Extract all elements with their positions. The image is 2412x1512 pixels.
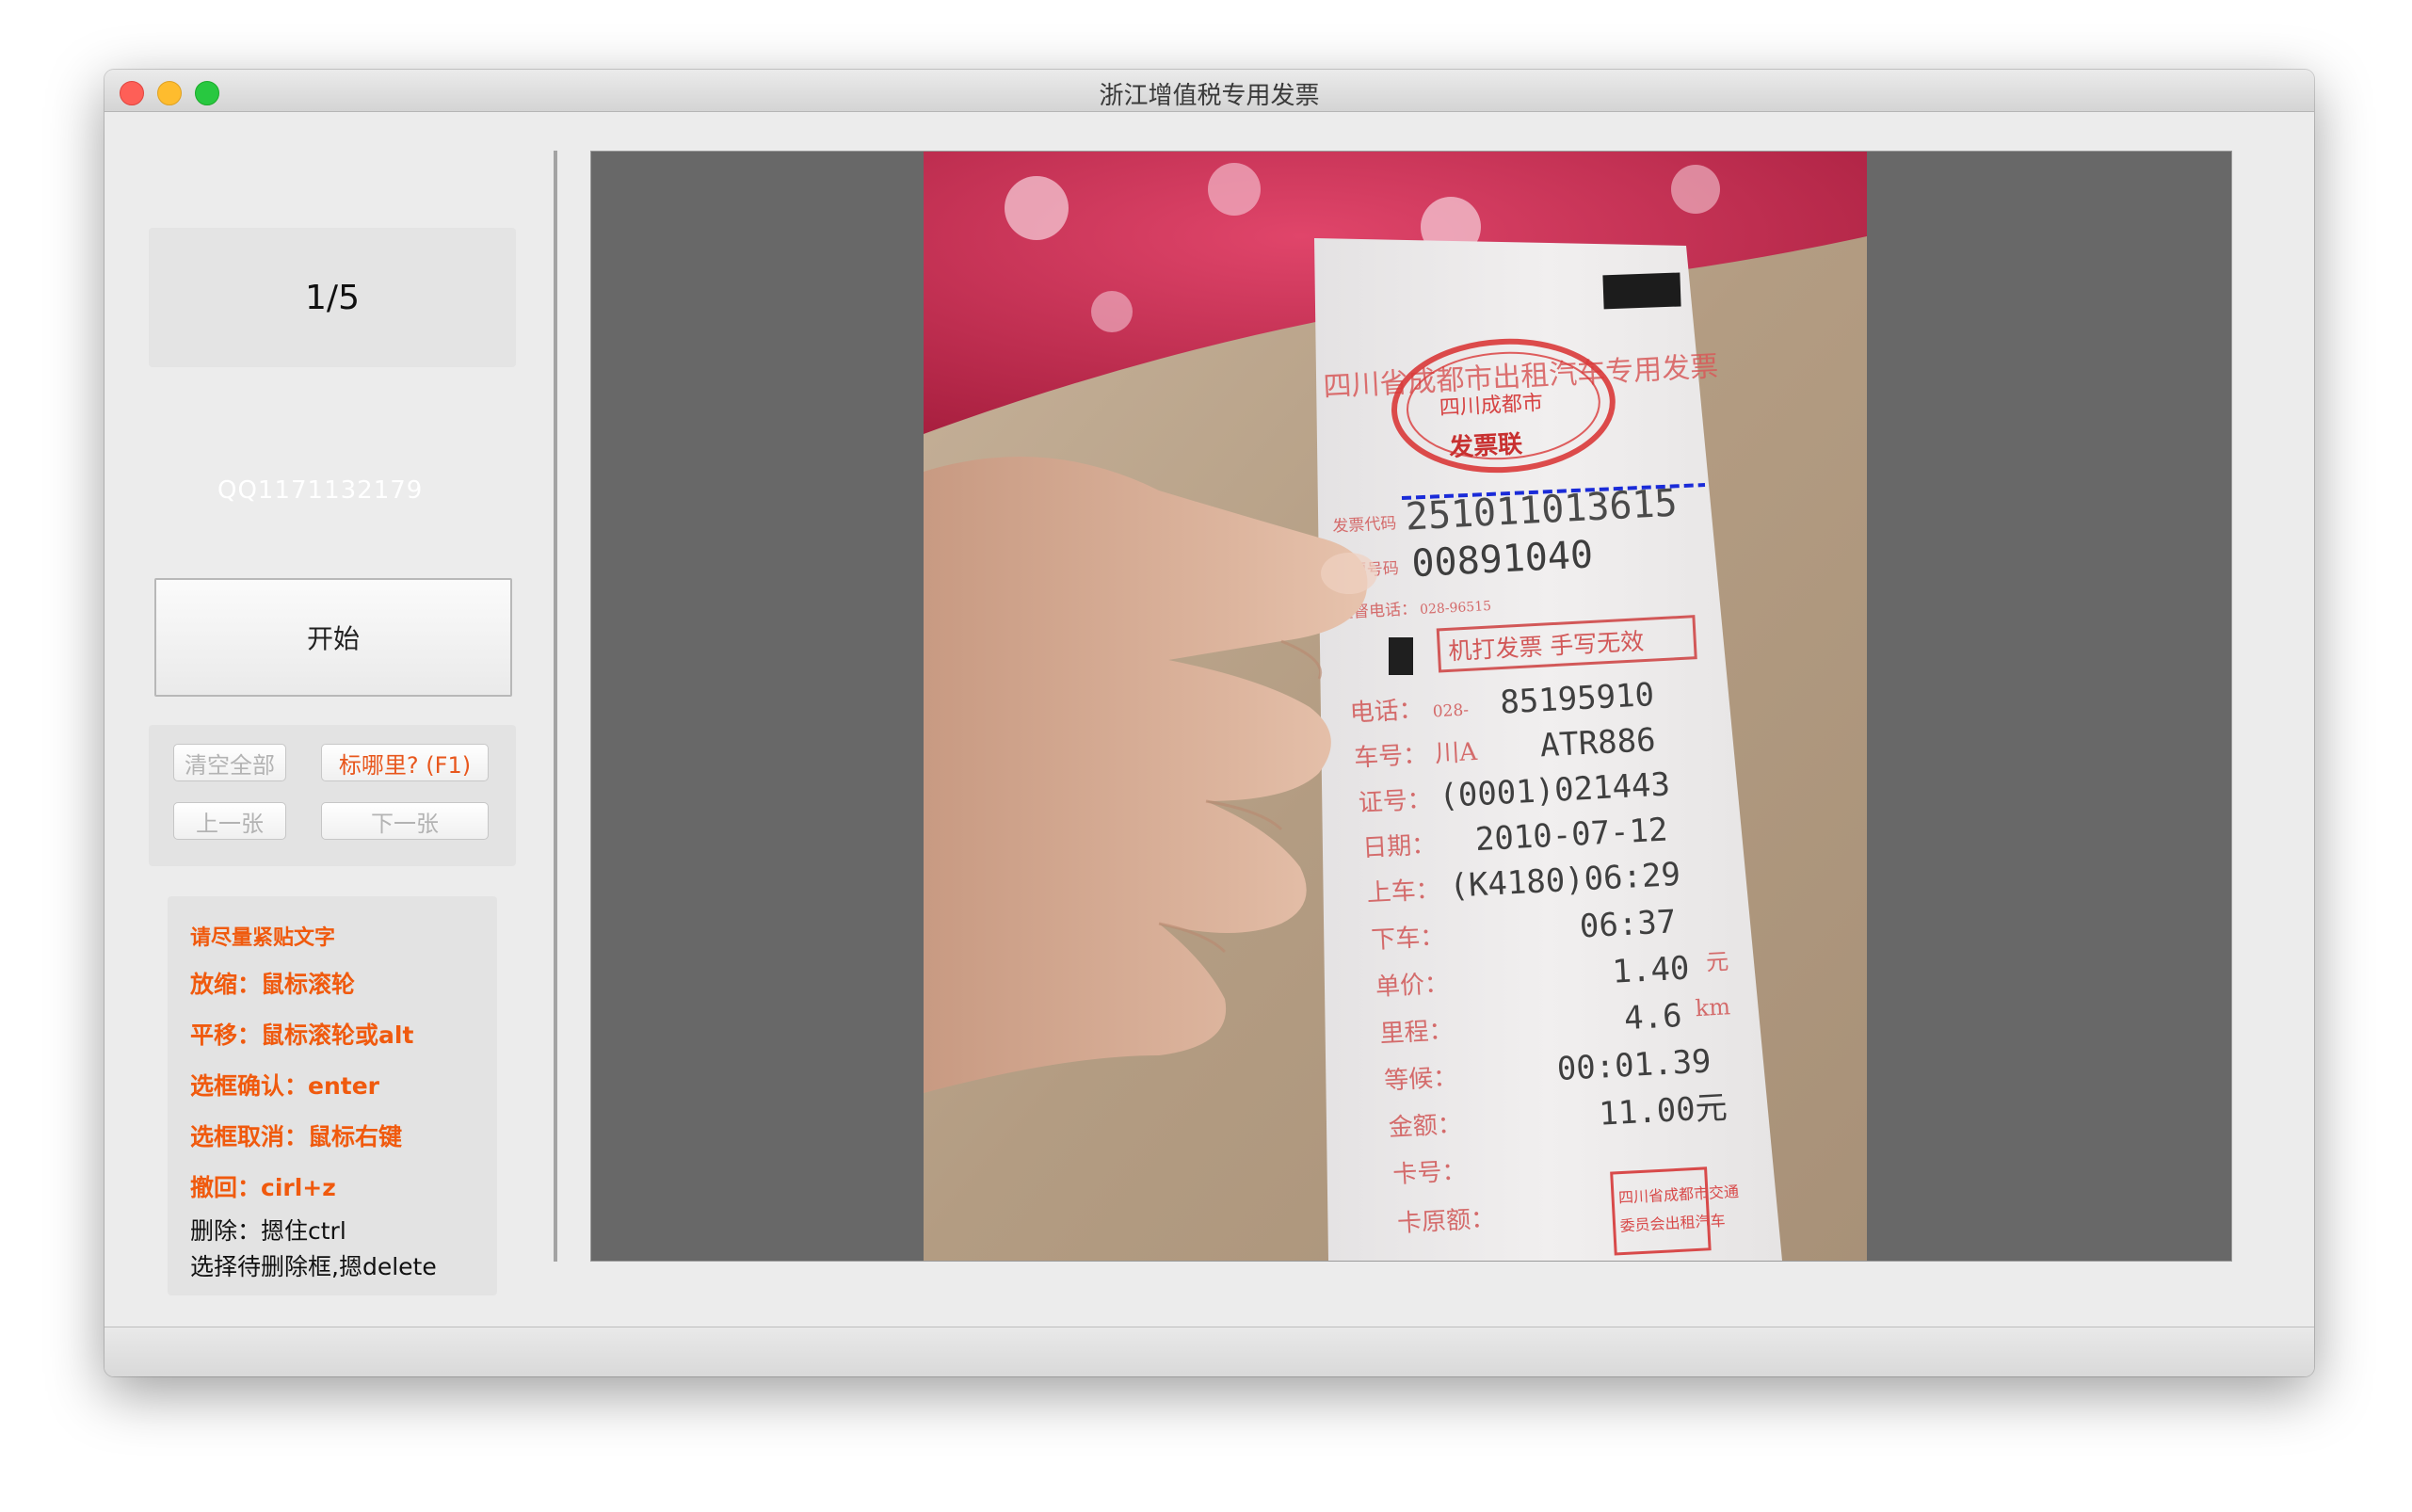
invoice-code-label: 发票代码	[1332, 514, 1397, 537]
flower-pattern	[1671, 165, 1720, 214]
help-line: 选框取消：鼠标右键	[190, 1123, 403, 1150]
stamp-text: 发票联	[1447, 429, 1523, 462]
black-mark	[1389, 637, 1413, 675]
row-value: 85195910	[1499, 676, 1655, 722]
row-label: 里程：	[1379, 1017, 1454, 1049]
title-bar[interactable]: 浙江增值税专用发票	[105, 70, 2314, 112]
previous-image-button[interactable]: 上一张	[173, 802, 286, 840]
image-counter: 1/5	[149, 228, 516, 367]
row-label: 上车：	[1366, 876, 1440, 908]
row-label: 等候：	[1384, 1064, 1458, 1096]
panel-divider[interactable]	[554, 151, 557, 1262]
help-line: 删除：摁住ctrl	[190, 1217, 346, 1245]
row-label: 日期：	[1362, 830, 1437, 862]
row-label: 车号：	[1354, 741, 1428, 773]
row-value: 11.00元	[1598, 1089, 1728, 1134]
row-label: 金额：	[1388, 1110, 1462, 1142]
qq-watermark: QQ1171132179	[217, 476, 424, 505]
left-panel: 1/5 QQ1171132179 开始 清空全部 标哪里? (F1) 上一张 下…	[105, 111, 556, 1335]
start-button[interactable]: 开始	[154, 578, 512, 697]
help-line: 平移：鼠标滚轮或alt	[190, 1021, 414, 1049]
help-line: 选框确认：enter	[190, 1072, 379, 1100]
image-canvas[interactable]: 四川省成都市出租汽车专用发票 四川成都市 发票联 发票代码 2510110136…	[590, 151, 2232, 1262]
row-label: 证号：	[1358, 786, 1432, 818]
help-line: 撤回：cirl+z	[190, 1174, 336, 1201]
flower-pattern	[1091, 291, 1133, 332]
status-bar	[105, 1327, 2314, 1376]
row-unit: km	[1695, 993, 1731, 1021]
receipt-photo[interactable]: 四川省成都市出租汽车专用发票 四川成都市 发票联 发票代码 2510110136…	[924, 152, 1867, 1261]
row-label: 下车：	[1371, 923, 1445, 955]
next-image-button[interactable]: 下一张	[321, 802, 489, 840]
fingernail	[1321, 553, 1377, 594]
row-prefix: 川A	[1434, 738, 1479, 768]
help-line: 请尽量紧贴文字	[190, 926, 336, 950]
help-line: 选择待删除框,摁delete	[190, 1253, 437, 1280]
row-value: ATR886	[1539, 721, 1657, 764]
help-instructions: 请尽量紧贴文字 放缩：鼠标滚轮 平移：鼠标滚轮或alt 选框确认：enter 选…	[168, 896, 497, 1295]
row-label: 单价：	[1375, 970, 1449, 1002]
window-title: 浙江增值税专用发票	[1099, 82, 1320, 110]
row-value: 4.6	[1623, 997, 1682, 1037]
row-label: 卡原额：	[1396, 1205, 1495, 1238]
row-unit: 元	[1705, 948, 1729, 975]
flower-pattern	[1208, 163, 1261, 216]
flower-pattern	[1005, 176, 1069, 240]
row-value: 06:37	[1579, 903, 1677, 945]
row-label: 电话：	[1349, 696, 1423, 728]
row-value: 00:01.39	[1556, 1042, 1713, 1088]
black-mark	[1602, 272, 1681, 310]
action-button-group: 清空全部 标哪里? (F1) 上一张 下一张	[149, 725, 516, 866]
row-value: 1.40	[1612, 950, 1691, 991]
row-label: 卡号：	[1392, 1157, 1467, 1189]
where-to-label-button[interactable]: 标哪里? (F1)	[321, 744, 489, 781]
help-line: 放缩：鼠标滚轮	[190, 971, 356, 998]
clear-all-button[interactable]: 清空全部	[173, 744, 286, 781]
receipt-photo-svg: 四川省成都市出租汽车专用发票 四川成都市 发票联 发票代码 2510110136…	[924, 152, 1867, 1261]
row-prefix: 028-	[1432, 700, 1469, 721]
app-window: 浙江增值税专用发票 1/5 QQ1171132179 开始 清空全部 标哪里? …	[105, 70, 2314, 1376]
